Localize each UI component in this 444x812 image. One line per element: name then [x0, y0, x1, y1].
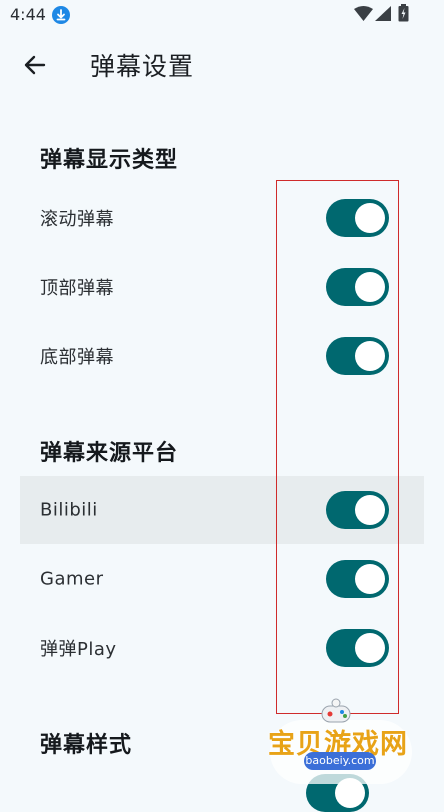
watermark-text: 宝贝游戏网 [268, 729, 408, 760]
arrow-left-icon [24, 55, 46, 75]
status-time: 4:44 [10, 5, 46, 24]
pref-row-gamer[interactable]: Gamer [20, 545, 424, 613]
pref-label: Bilibili [40, 499, 98, 521]
switch-thumb [355, 203, 385, 233]
battery-icon [398, 4, 409, 22]
toggle-switch-top-danmaku[interactable] [326, 268, 389, 306]
pref-label: 弹弹Play [40, 639, 117, 660]
switch-thumb [355, 495, 385, 525]
pref-row-bottom-danmaku[interactable]: 底部弹幕 [20, 322, 424, 390]
status-bar: 4:44 [0, 0, 444, 30]
pref-label: 底部弹幕 [40, 347, 114, 368]
pref-label: 滚动弹幕 [40, 209, 114, 230]
section-header-display-type: 弹幕显示类型 [40, 148, 179, 173]
pref-label: 顶部弹幕 [40, 278, 114, 299]
pref-row-bilibili[interactable]: Bilibili [20, 476, 424, 544]
watermark-url: baobeiy.com [304, 752, 376, 770]
toggle-switch-gamer[interactable] [326, 560, 389, 598]
pref-row-dandanplay[interactable]: 弹弹Play [20, 614, 424, 682]
section-header-danmaku-style: 弹幕样式 [40, 733, 133, 758]
switch-thumb [355, 341, 385, 371]
toggle-switch-dandanplay[interactable] [326, 629, 389, 667]
pref-label: Gamer [40, 568, 104, 590]
toggle-switch-bottom-danmaku[interactable] [326, 337, 389, 375]
toggle-switch-partial[interactable] [306, 774, 369, 812]
switch-thumb [355, 633, 385, 663]
switch-thumb [355, 272, 385, 302]
signal-icon [375, 6, 391, 21]
toggle-switch-scroll-danmaku[interactable] [326, 199, 389, 237]
back-button[interactable] [18, 48, 52, 82]
toggle-switch-bilibili[interactable] [326, 491, 389, 529]
pref-row-top-danmaku[interactable]: 顶部弹幕 [20, 253, 424, 321]
watermark: 宝贝游戏网 baobeiy.com [266, 698, 416, 784]
pref-row-scroll-danmaku[interactable]: 滚动弹幕 [20, 184, 424, 252]
gamepad-mascot-icon [321, 698, 351, 723]
section-header-source-platform: 弹幕来源平台 [40, 441, 179, 466]
switch-thumb [355, 564, 385, 594]
page-title: 弹幕设置 [90, 52, 195, 81]
wifi-icon [354, 6, 373, 21]
switch-thumb [335, 778, 365, 808]
download-icon [52, 6, 70, 24]
